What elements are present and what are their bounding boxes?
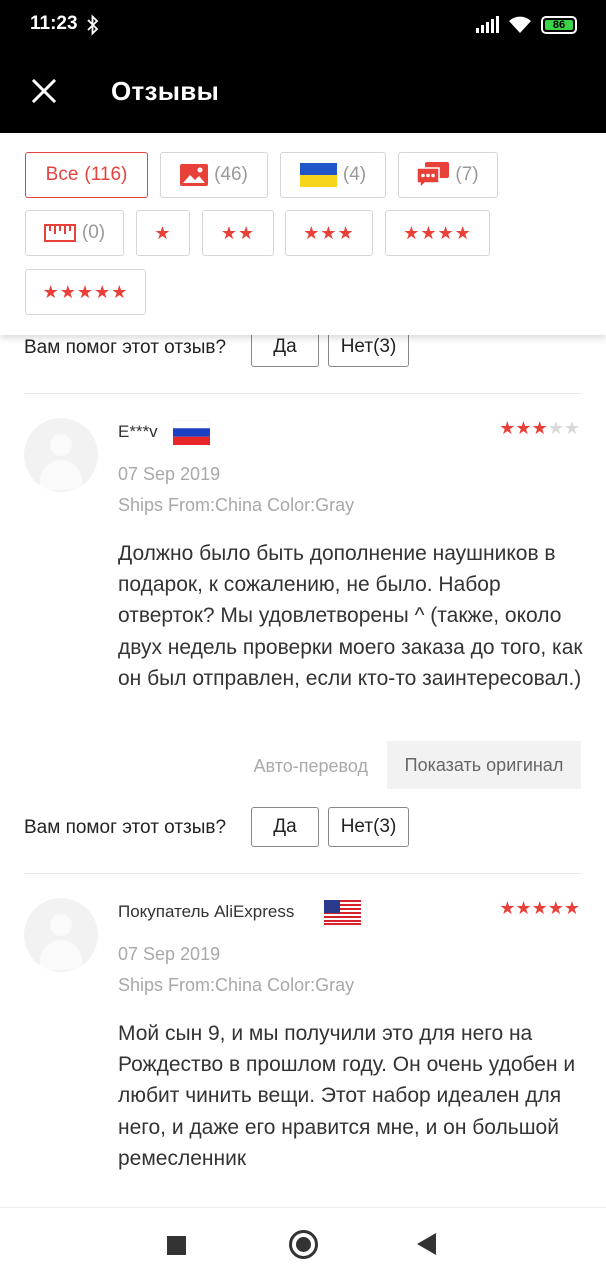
filter-size[interactable]: (0): [25, 210, 124, 256]
rating-stars-filled: ★★★★★: [499, 898, 580, 918]
auto-translate-label: Авто-перевод: [253, 756, 368, 776]
battery-icon: 86: [541, 16, 577, 34]
system-nav-bar: [0, 1207, 606, 1280]
review-item: Покупатель AliExpress ★★★★★ 07 Sep 2019 …: [0, 898, 606, 1198]
russia-flag-icon: [173, 420, 210, 445]
reviews-list: Вам помог этот отзыв? Да Нет(3) E***v ★★…: [0, 335, 606, 1207]
chat-icon: [417, 162, 450, 188]
review-ships-info: Ships From:China Color:Gray: [118, 975, 355, 995]
reviewer-name: Покупатель AliExpress: [118, 902, 295, 921]
usa-flag-icon: [324, 900, 361, 925]
back-triangle-icon[interactable]: [417, 1233, 436, 1255]
filter-all-count: (116): [84, 164, 128, 185]
review-ships-info: Ships From:China Color:Gray: [118, 495, 355, 515]
filter-photos-count: (46): [214, 164, 248, 185]
rating-stars-filled: ★★★: [499, 418, 548, 438]
helpful-yes-button[interactable]: Да: [251, 807, 319, 847]
ukraine-flag-icon: [299, 163, 337, 187]
home-circle-icon[interactable]: [289, 1230, 318, 1259]
review-text: Мой сын 9, и мы получили это для него на…: [118, 1022, 576, 1170]
filter-ukraine-count: (4): [342, 164, 367, 185]
filter-all-label: Все: [45, 164, 79, 185]
filter-all[interactable]: Все (116): [25, 152, 148, 198]
divider: [24, 873, 582, 874]
filter-size-count: (0): [81, 222, 106, 243]
recents-square-icon[interactable]: [167, 1236, 186, 1255]
filter-5-stars[interactable]: ★★★★★: [25, 269, 146, 315]
helpful-label: Вам помог этот отзыв?: [24, 337, 227, 358]
review-rating: ★★★★★: [499, 418, 580, 439]
filter-3-stars[interactable]: ★★★: [285, 210, 373, 256]
photo-icon: [180, 164, 209, 186]
avatar: [24, 898, 98, 972]
app-bar: Отзывы: [0, 50, 606, 133]
status-time: 11:23: [30, 13, 78, 34]
review-text: Должно было быть дополнение наушников в …: [118, 542, 583, 690]
filter-1-star[interactable]: ★: [136, 210, 190, 256]
review-date: 07 Sep 2019: [118, 944, 221, 964]
reviewer-name: E***v: [118, 422, 158, 441]
review-rating: ★★★★★: [499, 898, 580, 919]
rating-stars-empty: ★★: [547, 418, 580, 438]
status-bar: 11:23 86: [0, 0, 606, 50]
filter-panel: Все (116) (46) (4) (7) (0) ★ ★★ ★★★ ★★★★…: [0, 133, 606, 335]
helpful-yes-button[interactable]: Да: [251, 335, 319, 367]
close-icon[interactable]: [28, 75, 60, 107]
review-item: E***v ★★★★★ 07 Sep 2019 Ships From:China…: [0, 418, 606, 818]
helpful-no-button[interactable]: Нет(3): [328, 335, 409, 367]
filter-comments[interactable]: (7): [398, 152, 498, 198]
filter-comments-count: (7): [455, 164, 479, 185]
helpful-no-button[interactable]: Нет(3): [328, 807, 409, 847]
filter-ukraine[interactable]: (4): [280, 152, 386, 198]
show-original-button[interactable]: Показать оригинал: [387, 741, 581, 789]
divider: [24, 393, 582, 394]
page-title: Отзывы: [111, 76, 220, 106]
filter-photos[interactable]: (46): [160, 152, 268, 198]
filter-4-stars[interactable]: ★★★★: [385, 210, 490, 256]
wifi-icon: [509, 16, 531, 33]
bluetooth-icon: [87, 14, 99, 36]
filter-2-stars[interactable]: ★★: [202, 210, 274, 256]
avatar: [24, 418, 98, 492]
battery-level: 86: [552, 19, 566, 31]
review-date: 07 Sep 2019: [118, 464, 221, 484]
helpful-label: Вам помог этот отзыв?: [24, 817, 227, 838]
signal-icon: [476, 16, 499, 33]
ruler-icon: [43, 224, 76, 242]
